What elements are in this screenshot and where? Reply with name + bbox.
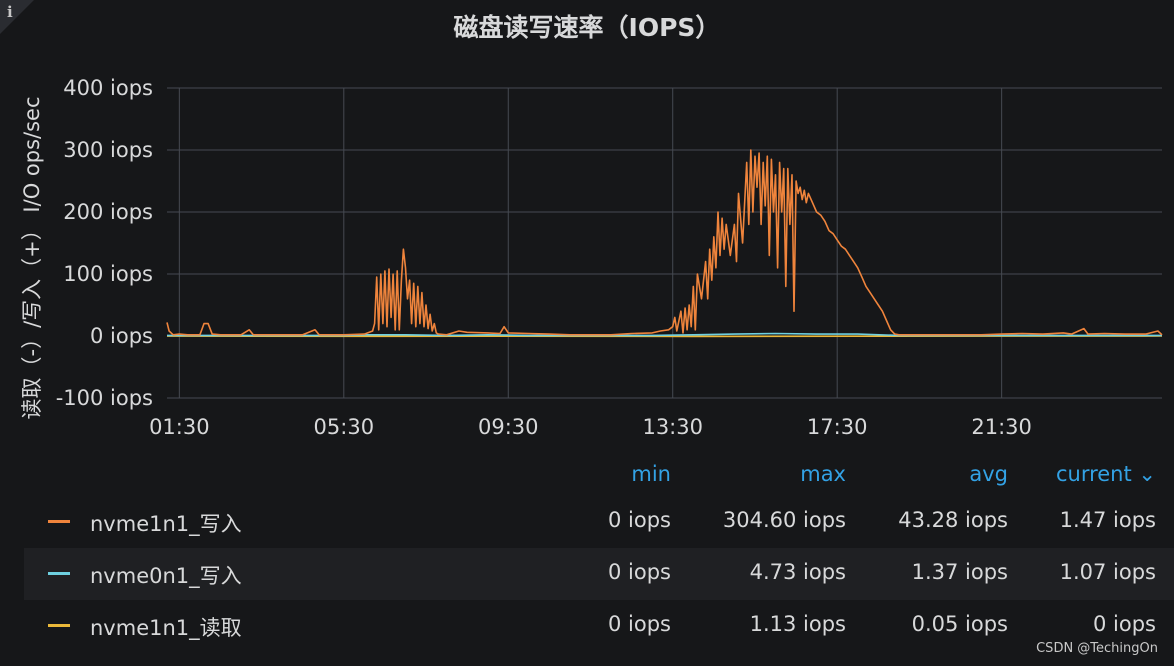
legend-table: min max avg current ⌄ nvme1n1_写入 0 iops …: [24, 456, 1174, 652]
x-tick-label: 09:30: [478, 415, 539, 439]
x-tick-label: 01:30: [149, 415, 210, 439]
legend-header-max[interactable]: max: [676, 462, 846, 486]
series-name[interactable]: nvme1n1_写入: [90, 508, 242, 538]
series-current: 1.07 iops: [1059, 560, 1156, 584]
series-current: 1.47 iops: [1059, 508, 1156, 532]
y-tick-label: -100 iops: [56, 386, 153, 410]
series-max: 1.13 iops: [749, 612, 846, 636]
legend-row[interactable]: nvme1n1_读取 0 iops 1.13 iops 0.05 iops 0 …: [24, 600, 1174, 652]
legend-row[interactable]: nvme1n1_写入 0 iops 304.60 iops 43.28 iops…: [24, 496, 1174, 548]
line-chart[interactable]: -100 iops 0 iops 100 iops 200 iops 300 iops 4…: [0, 0, 1174, 450]
series-name[interactable]: nvme0n1_写入: [90, 560, 242, 590]
watermark: CSDN @TechingOn: [1036, 641, 1158, 656]
series-avg: 43.28 iops: [898, 508, 1008, 532]
y-tick-label: 400 iops: [63, 76, 153, 100]
series-min: 0 iops: [608, 560, 671, 584]
legend-row[interactable]: nvme0n1_写入 0 iops 4.73 iops 1.37 iops 1.…: [24, 548, 1174, 600]
graph-panel: i 磁盘读写速率（IOPS） 读取（-）/写入（+） I/O ops/sec -…: [0, 0, 1174, 666]
y-tick-label: 300 iops: [63, 138, 153, 162]
y-tick-label: 200 iops: [63, 200, 153, 224]
series-color-swatch[interactable]: [48, 520, 70, 523]
series-color-swatch[interactable]: [48, 572, 70, 575]
legend-header-current[interactable]: current ⌄: [1016, 462, 1156, 486]
legend-header-avg[interactable]: avg: [858, 462, 1008, 486]
series-min: 0 iops: [608, 508, 671, 532]
y-tick-label: 100 iops: [63, 262, 153, 286]
series-max: 304.60 iops: [722, 508, 846, 532]
series-min: 0 iops: [608, 612, 671, 636]
legend-header: min max avg current ⌄: [24, 456, 1174, 496]
y-axis-ticks: -100 iops 0 iops 100 iops 200 iops 300 iops 4…: [56, 76, 153, 410]
x-axis-ticks: 01:30 05:30 09:30 13:30 17:30 21:30: [149, 415, 1032, 439]
series-line-nvme1n1_写入: [166, 149, 1163, 336]
series-avg: 0.05 iops: [911, 612, 1008, 636]
x-tick-label: 21:30: [971, 415, 1032, 439]
series-avg: 1.37 iops: [911, 560, 1008, 584]
y-tick-label: 0 iops: [90, 324, 153, 348]
series-lines: [166, 149, 1163, 338]
series-color-swatch[interactable]: [48, 624, 70, 627]
grid-lines: [167, 87, 1162, 399]
x-tick-label: 13:30: [642, 415, 703, 439]
series-name[interactable]: nvme1n1_读取: [90, 612, 242, 642]
series-current: 0 iops: [1093, 612, 1156, 636]
series-max: 4.73 iops: [749, 560, 846, 584]
legend-header-min[interactable]: min: [551, 462, 671, 486]
x-tick-label: 17:30: [807, 415, 868, 439]
x-tick-label: 05:30: [314, 415, 375, 439]
